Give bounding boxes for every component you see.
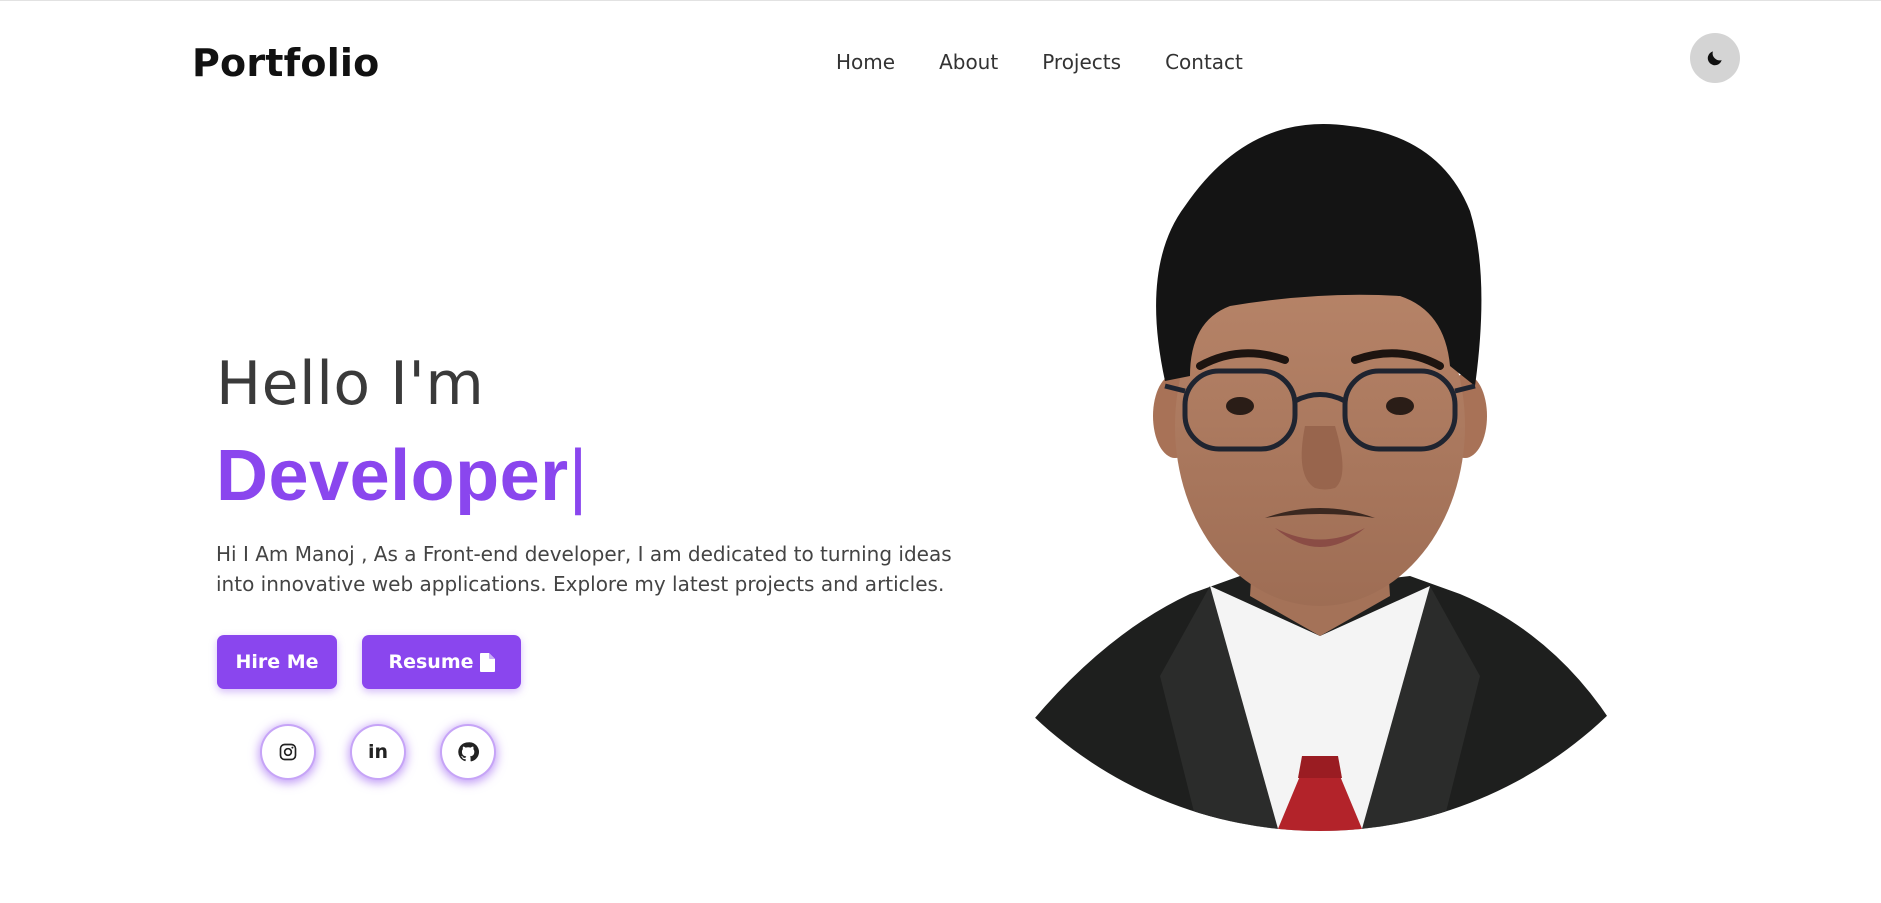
moon-icon — [1707, 51, 1722, 66]
nav-contact[interactable]: Contact — [1165, 50, 1243, 74]
hero-role: Developer| — [216, 435, 588, 517]
github-icon — [458, 742, 479, 762]
instagram-link[interactable] — [262, 726, 314, 778]
nav-home[interactable]: Home — [836, 50, 895, 74]
file-icon — [479, 652, 495, 672]
nav-about[interactable]: About — [939, 50, 998, 74]
linkedin-link[interactable]: in — [352, 726, 404, 778]
site-logo[interactable]: Portfolio — [192, 41, 379, 85]
theme-toggle-button[interactable] — [1690, 33, 1740, 83]
hero-greeting: Hello I'm — [216, 349, 485, 419]
linkedin-icon: in — [367, 741, 389, 763]
github-link[interactable] — [442, 726, 494, 778]
hire-me-label: Hire Me — [235, 651, 319, 673]
page: Portfolio Home About Projects Contact He… — [0, 0, 1881, 903]
typing-caret: | — [568, 436, 588, 516]
hire-me-button[interactable]: Hire Me — [217, 635, 337, 689]
resume-button[interactable]: Resume — [362, 635, 521, 689]
nav-projects[interactable]: Projects — [1042, 50, 1121, 74]
hero-role-text: Developer — [216, 436, 569, 516]
profile-photo — [1020, 116, 1620, 831]
hero-intro: Hi I Am Manoj , As a Front-end developer… — [216, 542, 952, 596]
main-nav: Home About Projects Contact — [836, 50, 1243, 74]
resume-label: Resume — [388, 651, 474, 673]
instagram-icon — [279, 743, 297, 761]
